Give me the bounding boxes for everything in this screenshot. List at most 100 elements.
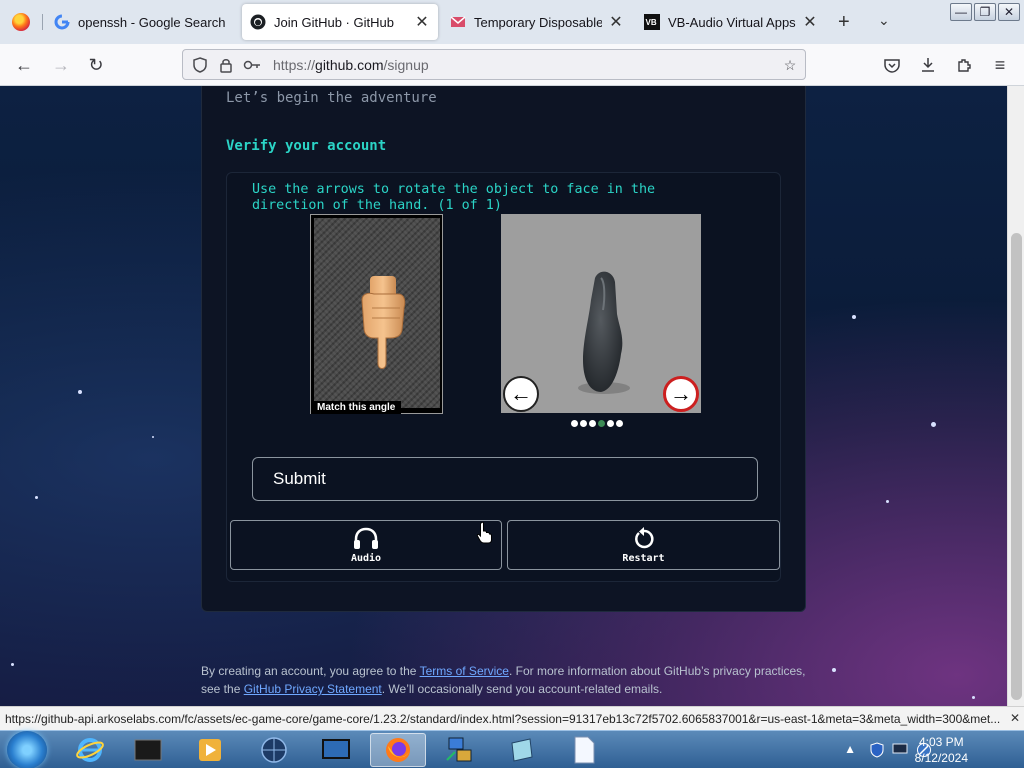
star-decoration <box>886 500 889 503</box>
restart-icon <box>634 526 653 548</box>
tab-github-signup[interactable]: Join GitHub · GitHub ✕ <box>242 4 438 40</box>
clock-date: 8/12/2024 <box>914 751 968 765</box>
hand-cursor-icon <box>476 522 492 544</box>
firefox-menu-icon[interactable] <box>0 0 42 44</box>
firefox-taskbar-icon[interactable] <box>370 733 426 767</box>
star-decoration <box>78 390 82 394</box>
status-close-icon: ✕ <box>1009 711 1020 725</box>
star-decoration <box>35 496 38 499</box>
forward-arrow-icon[interactable]: → <box>48 52 74 78</box>
star-decoration <box>852 315 856 319</box>
monitor-tray-icon[interactable] <box>892 743 908 756</box>
rotatable-object-image: ← → <box>501 214 701 413</box>
clock-time: 4:03 PM <box>918 735 964 749</box>
star-decoration <box>931 422 936 427</box>
hand-reference-image: Match this angle <box>310 214 443 414</box>
start-button[interactable] <box>7 731 47 768</box>
terms-of-service-link[interactable]: Terms of Service <box>420 664 509 678</box>
downloads-icon[interactable] <box>915 52 941 78</box>
pocket-icon[interactable] <box>879 52 905 78</box>
document-app-icon[interactable] <box>556 733 612 767</box>
carousel-dot <box>571 420 578 427</box>
shield-icon[interactable] <box>191 56 209 74</box>
carousel-dot <box>589 420 596 427</box>
globe-app-icon[interactable] <box>246 733 302 767</box>
signup-legal-footer: By creating an account, you agree to the… <box>201 662 811 698</box>
vb-icon: VB <box>644 14 660 30</box>
bookmark-star-icon[interactable]: ☆ <box>781 56 799 74</box>
reload-icon[interactable]: ↻ <box>83 52 109 78</box>
close-tab-icon[interactable]: ✕ <box>608 12 624 32</box>
audio-label: Audio <box>350 552 382 564</box>
url-scheme: https:// <box>273 57 316 73</box>
tab-google-search[interactable]: openssh - Google Search <box>46 4 236 40</box>
url-host: github.com <box>315 57 384 73</box>
tab-separator <box>42 14 43 30</box>
url-text[interactable]: https://github.com/signup <box>273 57 429 73</box>
carousel-dot <box>580 420 587 427</box>
carousel-dot <box>607 420 614 427</box>
lock-icon[interactable] <box>217 56 235 74</box>
mail-icon <box>450 14 466 30</box>
list-all-tabs-icon[interactable]: ⌄ <box>878 12 890 29</box>
page-scrollbar[interactable] <box>1007 86 1024 706</box>
tab-vb-audio[interactable]: VB VB-Audio Virtual Apps ✕ <box>636 4 826 40</box>
scrollbar-thumb[interactable] <box>1011 233 1022 700</box>
tab-label: VB-Audio Virtual Apps <box>668 14 796 30</box>
key-icon[interactable] <box>243 56 261 74</box>
page-content: Let’s begin the adventure Verify your ac… <box>0 86 1007 706</box>
restore-button[interactable]: ❐ <box>974 3 996 21</box>
internet-explorer-icon[interactable] <box>62 733 118 767</box>
status-url: https://github-api.arkoselabs.com/fc/ass… <box>5 712 1001 726</box>
remote-desktop-icon[interactable] <box>308 733 364 767</box>
match-angle-caption: Match this angle <box>311 401 402 414</box>
rotate-right-arrow-button[interactable]: → <box>663 376 699 412</box>
new-tab-button[interactable]: + <box>838 11 850 34</box>
media-player-icon[interactable] <box>182 733 238 767</box>
footer-text: see the <box>201 682 244 696</box>
windows-taskbar: ▲ 4:03 PM 8/12/2024 <box>0 730 1024 768</box>
privacy-statement-link[interactable]: GitHub Privacy Statement <box>244 682 382 696</box>
minimize-button[interactable]: — <box>950 3 972 21</box>
url-path: /signup <box>383 57 429 73</box>
terminal-icon[interactable] <box>120 733 176 767</box>
close-tab-icon[interactable]: ✕ <box>414 12 430 32</box>
extensions-icon[interactable] <box>951 52 977 78</box>
security-shield-icon[interactable] <box>870 742 884 758</box>
audio-button[interactable]: Audio <box>230 520 502 570</box>
headphones-icon <box>354 527 378 549</box>
google-icon <box>54 14 70 30</box>
hamburger-menu-icon[interactable]: ≡ <box>987 52 1013 78</box>
navigation-toolbar: ← → ↻ https://github.com/signup ☆ ≡ <box>0 44 1024 86</box>
captcha-instruction: Use the arrows to rotate the object to f… <box>252 182 656 213</box>
verify-heading: Verify your account <box>226 138 387 154</box>
carousel-dots <box>571 420 623 427</box>
address-bar[interactable]: https://github.com/signup ☆ <box>182 49 806 80</box>
close-tab-icon[interactable]: ✕ <box>802 12 818 32</box>
tab-bar: openssh - Google Search Join GitHub · Gi… <box>0 0 1024 44</box>
restart-button[interactable]: Restart <box>507 520 780 570</box>
rotate-left-arrow-button[interactable]: ← <box>503 376 539 412</box>
signup-subtitle: Let’s begin the adventure <box>226 90 437 106</box>
carousel-dot <box>616 420 623 427</box>
tab-temp-mail[interactable]: Temporary Disposable Gm ✕ <box>442 4 632 40</box>
carpet-background <box>314 218 440 408</box>
notepad-app-icon[interactable] <box>494 733 550 767</box>
network-app-icon[interactable] <box>432 733 488 767</box>
pointing-hand-icon <box>361 276 406 369</box>
taskbar-clock[interactable]: 4:03 PM 8/12/2024 <box>915 734 968 766</box>
footer-text: By creating an account, you agree to the <box>201 664 420 678</box>
restart-label: Restart <box>622 552 665 564</box>
tab-label: Temporary Disposable Gm <box>474 14 602 30</box>
star-decoration <box>832 668 836 672</box>
tab-label: openssh - Google Search <box>78 14 226 30</box>
close-window-button[interactable]: ✕ <box>998 3 1020 21</box>
link-status-bar: https://github-api.arkoselabs.com/fc/ass… <box>0 706 1024 730</box>
back-arrow-icon[interactable]: ← <box>11 52 37 78</box>
github-icon <box>250 14 266 30</box>
tray-expand-icon[interactable]: ▲ <box>844 742 856 756</box>
star-decoration <box>152 436 154 438</box>
submit-button[interactable]: Submit <box>252 457 758 501</box>
footer-text: . We’ll occasionally send you account-re… <box>381 682 663 696</box>
star-decoration <box>11 663 14 666</box>
